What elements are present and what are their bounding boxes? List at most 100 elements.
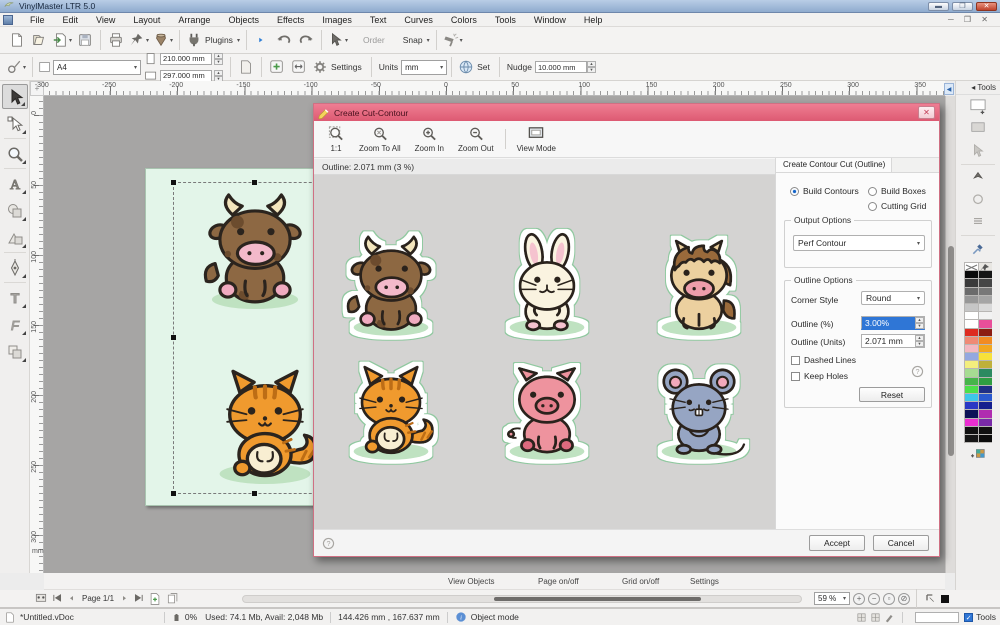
menu-view[interactable]: View	[87, 15, 124, 25]
color-swatch[interactable]	[979, 304, 992, 311]
color-swatch[interactable]	[979, 394, 992, 401]
spinner-buttons[interactable]: ▲▼	[587, 61, 596, 73]
corner-style-select[interactable]: Round▾	[861, 291, 925, 305]
mouse-sticker[interactable]	[634, 347, 764, 477]
horse-sticker-preview[interactable]	[634, 223, 764, 353]
radio-build-boxes[interactable]: Build Boxes	[868, 186, 926, 196]
color-swatch[interactable]	[979, 329, 992, 336]
menu-window[interactable]: Window	[525, 15, 575, 25]
shortcut-settings[interactable]: Settings	[690, 577, 719, 586]
bunny-sticker-preview[interactable]	[482, 223, 612, 353]
blank-page-button[interactable]	[235, 56, 257, 78]
menu-effects[interactable]: Effects	[268, 15, 313, 25]
plus-box-button[interactable]	[266, 56, 288, 78]
pen-icon[interactable]	[884, 612, 895, 623]
tab-create-contour-cut[interactable]: Create Contour Cut (Outline)	[776, 158, 892, 172]
text-effects-tool[interactable]: T	[2, 285, 28, 310]
page-height-input[interactable]: 297.000 mm	[160, 70, 212, 82]
fill-swatch-button[interactable]	[966, 97, 990, 117]
autoshapes-tool[interactable]	[2, 225, 28, 250]
color-swatch[interactable]	[979, 378, 992, 385]
color-swatch[interactable]	[979, 296, 992, 303]
spinner-buttons[interactable]: ▲▼	[915, 335, 924, 347]
print-button[interactable]	[105, 29, 127, 51]
color-swatch[interactable]	[965, 337, 978, 344]
dialog-zoom-to-all-button[interactable]: Zoom To All	[352, 121, 408, 157]
color-swatch[interactable]	[965, 288, 978, 295]
redo-button[interactable]	[295, 29, 317, 51]
units-select[interactable]: mm▾	[401, 60, 447, 75]
text-tool[interactable]: A	[2, 171, 28, 196]
next-page-button[interactable]	[120, 593, 129, 604]
pin-palette-swatch[interactable]	[979, 263, 992, 270]
selection-handle[interactable]	[171, 335, 176, 340]
first-page-button[interactable]	[52, 593, 63, 604]
selection-handle[interactable]	[252, 491, 257, 496]
zoom-out-button[interactable]: −	[868, 593, 880, 605]
circle-tool-button[interactable]	[966, 190, 990, 210]
add-palette-button[interactable]	[966, 445, 990, 465]
color-swatch[interactable]	[979, 271, 992, 278]
import-doc-button[interactable]: ▾	[50, 29, 74, 51]
color-swatch[interactable]	[965, 353, 978, 360]
swatch-black-icon[interactable]	[941, 595, 949, 603]
color-swatch[interactable]	[965, 378, 978, 385]
eyedropper-button[interactable]	[966, 239, 990, 259]
selection-handle[interactable]	[252, 180, 257, 185]
tools-checkbox[interactable]: ✓	[964, 613, 973, 622]
color-swatch[interactable]	[965, 386, 978, 393]
new-doc-button[interactable]	[6, 29, 28, 51]
zoom-tool[interactable]	[2, 141, 28, 166]
cat-sticker[interactable]	[326, 347, 456, 477]
horizontal-ruler[interactable]: -300-250-200-150-100-5005010015020025030…	[44, 81, 945, 96]
dialog-zoom-in-button[interactable]: Zoom In	[408, 121, 451, 157]
selection-handle[interactable]	[171, 180, 176, 185]
color-swatch[interactable]	[965, 402, 978, 409]
color-swatch[interactable]	[979, 288, 992, 295]
spinner-buttons[interactable]: ▲▼	[915, 317, 924, 329]
dialog-view-mode-button[interactable]: View Mode	[510, 121, 563, 157]
color-swatch[interactable]	[965, 361, 978, 368]
set-button[interactable]: Set	[456, 56, 495, 78]
mdi-window-controls[interactable]: ─ ❒ ✕	[948, 15, 992, 24]
color-swatch[interactable]	[965, 320, 978, 327]
zoom-all-button[interactable]: ⊘	[898, 593, 910, 605]
open-doc-button[interactable]	[28, 29, 50, 51]
registration-icon[interactable]	[34, 592, 48, 606]
spinner-buttons[interactable]: ▲▼	[214, 70, 223, 82]
cow-sticker-preview[interactable]	[326, 223, 456, 353]
accept-button[interactable]: Accept	[809, 535, 865, 551]
radio-cutting-grid[interactable]: Cutting Grid	[868, 201, 926, 211]
color-swatch[interactable]	[979, 427, 992, 434]
color-swatch[interactable]	[965, 394, 978, 401]
menu-layout[interactable]: Layout	[124, 15, 169, 25]
horizontal-scrollbar-thumb[interactable]	[494, 597, 700, 601]
shapes-tool[interactable]	[2, 198, 28, 223]
shortcut-page-on-off[interactable]: Page on/off	[538, 577, 579, 586]
page-width-input[interactable]: 210.000 mm	[160, 53, 212, 65]
zoom-level-select[interactable]: 59 %▾	[814, 592, 850, 605]
color-swatch[interactable]	[979, 369, 992, 376]
color-swatch[interactable]	[965, 427, 978, 434]
vertical-scrollbar[interactable]	[945, 96, 955, 573]
dashed-lines-checkbox[interactable]: Dashed Lines	[791, 355, 856, 365]
add-page-button[interactable]	[148, 592, 162, 606]
color-swatch[interactable]	[965, 271, 978, 278]
keep-holes-checkbox[interactable]: Keep Holes	[791, 371, 848, 381]
weld-tool[interactable]	[2, 339, 28, 364]
spinner-buttons[interactable]: ▲▼	[214, 53, 223, 65]
menu-file[interactable]: File	[21, 15, 54, 25]
horse-sticker[interactable]	[634, 223, 764, 353]
last-page-button[interactable]	[133, 593, 144, 604]
menu-curves[interactable]: Curves	[395, 15, 442, 25]
color-swatch[interactable]	[979, 337, 992, 344]
fill-effects-tool[interactable]: F	[2, 312, 28, 337]
cow-sticker[interactable]	[326, 223, 456, 353]
panel-collapse-button[interactable]: ◀	[944, 83, 954, 95]
help-icon[interactable]: ?	[911, 365, 924, 378]
menu-help[interactable]: Help	[575, 15, 612, 25]
airbrush-button[interactable]: ▾	[441, 29, 465, 51]
duplicate-page-button[interactable]	[166, 592, 180, 606]
halftone-lines-button[interactable]	[966, 212, 990, 232]
color-swatch[interactable]	[979, 410, 992, 417]
